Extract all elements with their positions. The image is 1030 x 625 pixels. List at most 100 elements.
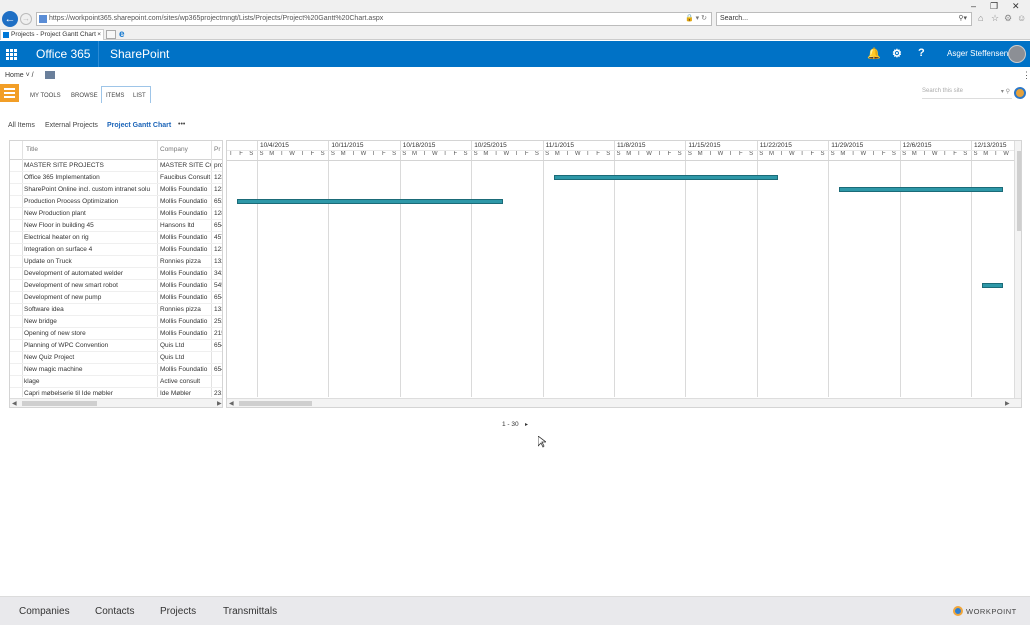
bell-icon[interactable]: 🔔 xyxy=(867,47,881,60)
table-row[interactable]: SharePoint Online incl. custom intranet … xyxy=(10,184,222,196)
tab-items[interactable]: ITEMS xyxy=(106,93,124,99)
footer-link-transmittals[interactable]: Transmittals xyxy=(223,606,277,617)
scroll-thumb[interactable] xyxy=(1017,151,1021,231)
view-project-gantt-chart[interactable]: Project Gantt Chart xyxy=(107,122,171,129)
day-label: F xyxy=(239,151,243,157)
tab-browse[interactable]: BROWSE xyxy=(71,93,98,99)
day-label: F xyxy=(953,151,957,157)
scroll-thumb[interactable] xyxy=(239,401,312,406)
table-row[interactable]: Software idea Ronnies pizza 133 xyxy=(10,304,222,316)
gantt-bar[interactable] xyxy=(982,283,1003,288)
browser-search-input[interactable]: Search... ⚲▾ xyxy=(716,12,972,26)
app-launcher-icon[interactable] xyxy=(0,41,23,67)
menu-icon[interactable] xyxy=(0,84,19,102)
table-row[interactable]: Office 365 Implementation Faucibus Consul… xyxy=(10,172,222,184)
new-tab-button[interactable] xyxy=(106,30,116,39)
site-search-input[interactable]: Search this site ▾ ⚲ xyxy=(922,88,1012,99)
day-label: T xyxy=(351,151,356,157)
week-label: 11/8/2015 xyxy=(617,142,646,149)
tab-list[interactable]: LIST xyxy=(133,93,146,99)
view-all-items[interactable]: All Items xyxy=(8,122,35,129)
table-row[interactable]: Development of automated welder Mollis Fo… xyxy=(10,268,222,280)
table-row[interactable]: New Production plant Mollis Foundatio 128 xyxy=(10,208,222,220)
table-row[interactable]: Development of new smart robot Mollis Fou… xyxy=(10,280,222,292)
column-title[interactable]: Title xyxy=(26,146,38,153)
address-bar[interactable]: https://workpoint365.sharepoint.com/site… xyxy=(36,12,712,26)
avatar[interactable] xyxy=(1008,45,1026,63)
cell-project-number: 342 xyxy=(214,270,222,277)
scroll-thumb[interactable] xyxy=(22,401,97,406)
site-icon[interactable] xyxy=(45,71,55,79)
scroll-right-icon[interactable]: ▶ xyxy=(1005,400,1010,407)
footer-link-projects[interactable]: Projects xyxy=(160,606,196,617)
day-label: F xyxy=(739,151,743,157)
search-icon[interactable]: ⚲▾ xyxy=(958,13,967,25)
day-label: T xyxy=(443,151,447,157)
scroll-right-icon[interactable]: ▶ xyxy=(217,400,222,407)
cell-project-number: 128 xyxy=(214,210,222,217)
day-label: M xyxy=(269,151,275,157)
settings-gear-icon[interactable]: ⚙ xyxy=(1004,13,1012,24)
maximize-icon[interactable]: ❐ xyxy=(990,1,998,12)
day-label: T xyxy=(779,151,784,157)
smiley-icon[interactable]: ☺ xyxy=(1017,13,1026,23)
footer-link-companies[interactable]: Companies xyxy=(19,606,70,617)
help-icon[interactable]: ? xyxy=(918,47,925,59)
tab-my-tools[interactable]: MY TOOLS xyxy=(30,93,61,99)
cell-company: Quis Ltd xyxy=(160,342,185,349)
day-label: T xyxy=(565,151,570,157)
more-views-button[interactable]: ••• xyxy=(178,121,185,128)
column-project-number[interactable]: Pr xyxy=(214,146,221,153)
sharepoint-title[interactable]: SharePoint xyxy=(110,47,169,61)
gantt-horizontal-scrollbar[interactable]: ◀ ▶ xyxy=(227,398,1021,407)
table-row[interactable]: MASTER SITE PROJECTS MASTER SITE CC pro xyxy=(10,160,222,172)
refresh-icon[interactable]: 🔒 ▾ ↻ xyxy=(685,13,707,25)
table-row[interactable]: Electrical heater on rig Mollis Foundatio… xyxy=(10,232,222,244)
office365-brand[interactable]: Office 365 xyxy=(36,47,90,61)
cell-project-number: 132 xyxy=(214,258,222,265)
cell-project-number: 545 xyxy=(214,282,222,289)
table-row[interactable]: Planning of WPC Convention Quis Ltd 654 xyxy=(10,340,222,352)
user-name[interactable]: Asger Steffensen xyxy=(947,49,1008,58)
scroll-left-icon[interactable]: ◀ xyxy=(12,400,17,407)
suite-divider xyxy=(98,41,99,67)
gear-icon[interactable]: ⚙ xyxy=(892,47,902,60)
home-icon[interactable]: ⌂ xyxy=(978,13,983,23)
breadcrumb: Home ˅ / xyxy=(5,71,55,79)
favorites-star-icon[interactable]: ☆ xyxy=(991,13,999,24)
table-row[interactable]: New Floor in building 45 Hansons ltd 654 xyxy=(10,220,222,232)
cell-company: Mollis Foundatio xyxy=(160,294,208,301)
grid-horizontal-scrollbar[interactable]: ◀ ▶ xyxy=(10,398,222,407)
view-external-projects[interactable]: External Projects xyxy=(45,122,98,129)
table-row[interactable]: Development of new pump Mollis Foundatio 6… xyxy=(10,292,222,304)
close-window-icon[interactable]: ✕ xyxy=(1012,1,1020,12)
cell-title: Integration on surface 4 xyxy=(24,246,93,253)
day-label: S xyxy=(402,151,407,157)
table-row[interactable]: Production Process Optimization Mollis Fo… xyxy=(10,196,222,208)
breadcrumb-home[interactable]: Home xyxy=(5,72,24,79)
column-company[interactable]: Company xyxy=(160,146,188,153)
table-row[interactable]: New bridge Mollis Foundatio 253 xyxy=(10,316,222,328)
gantt-bar[interactable] xyxy=(839,187,1003,192)
footer-link-contacts[interactable]: Contacts xyxy=(95,606,134,617)
table-row[interactable]: Update on Truck Ronnies pizza 132 xyxy=(10,256,222,268)
back-arrow-icon[interactable]: ← xyxy=(2,11,18,27)
minimize-icon[interactable]: – xyxy=(971,1,976,11)
forward-arrow-icon[interactable]: → xyxy=(20,13,32,25)
table-row[interactable]: Opening of new store Mollis Foundatio 215 xyxy=(10,328,222,340)
browser-tab[interactable]: Projects - Project Gantt Chart × xyxy=(0,29,104,40)
more-vertical-icon[interactable]: ⋮ xyxy=(1022,70,1030,81)
follow-icon[interactable] xyxy=(1014,87,1026,99)
search-icon[interactable]: ▾ ⚲ xyxy=(1001,88,1010,95)
table-row[interactable]: Integration on surface 4 Mollis Foundatio… xyxy=(10,244,222,256)
table-row[interactable]: klage Active consult xyxy=(10,376,222,388)
gantt-vertical-scrollbar[interactable] xyxy=(1014,141,1021,398)
table-row[interactable]: New magic machine Mollis Foundatio 654 xyxy=(10,364,222,376)
gantt-header-divider xyxy=(227,150,1021,151)
gantt-bar[interactable] xyxy=(553,175,779,180)
table-row[interactable]: New Quiz Project Quis Ltd xyxy=(10,352,222,364)
scroll-left-icon[interactable]: ◀ xyxy=(229,400,234,407)
gantt-bar[interactable] xyxy=(237,199,503,204)
next-page-icon[interactable]: ▸ xyxy=(525,421,528,428)
tab-close-icon[interactable]: × xyxy=(97,30,101,40)
